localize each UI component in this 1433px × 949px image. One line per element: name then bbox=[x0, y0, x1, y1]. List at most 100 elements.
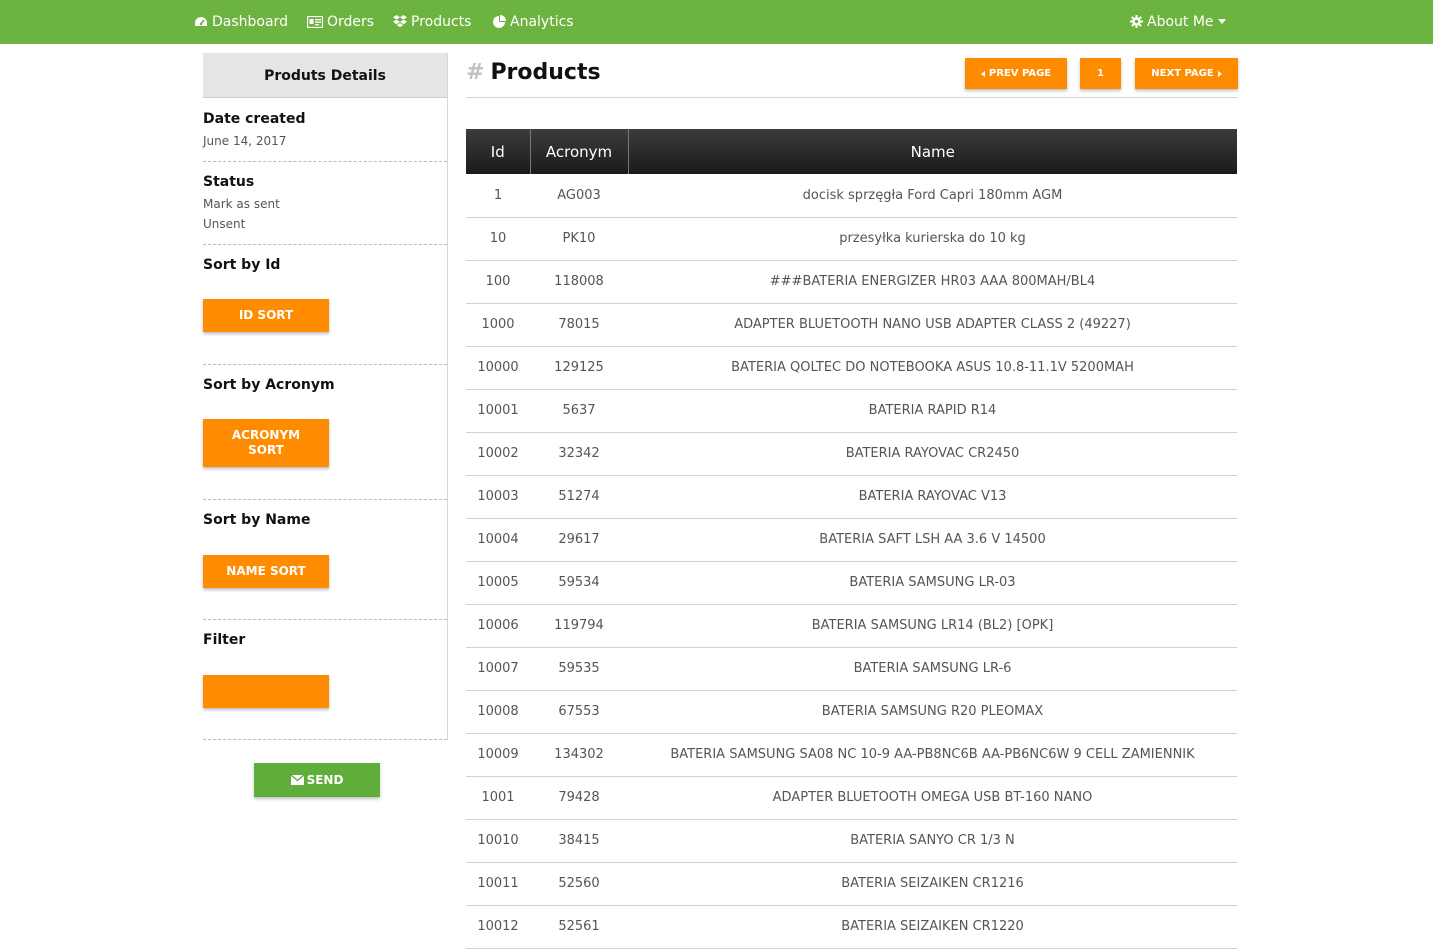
cell-id: 10009 bbox=[466, 733, 530, 777]
section-divider bbox=[203, 161, 447, 162]
cell-name: BATERIA SAMSUNG LR-6 bbox=[628, 647, 1237, 691]
cell-name: docisk sprzęgła Ford Capri 180mm AGM bbox=[628, 174, 1237, 218]
table-row[interactable]: 1000 78015 ADAPTER BLUETOOTH NANO USB ADAP… bbox=[466, 303, 1237, 347]
cell-id: 1001 bbox=[466, 776, 530, 820]
section-divider bbox=[203, 619, 447, 620]
column-header-name[interactable]: Name bbox=[628, 129, 1237, 174]
nav-orders[interactable]: Orders bbox=[306, 0, 375, 44]
date-created-value: June 14, 2017 bbox=[203, 134, 287, 148]
acronym-sort-label-line2: SORT bbox=[248, 443, 284, 457]
filter-input[interactable] bbox=[203, 675, 329, 708]
table-row[interactable]: 10005 59534 BATERIA SAMSUNG LR-03 bbox=[466, 561, 1237, 605]
column-header-acronym[interactable]: Acronym bbox=[530, 129, 629, 174]
table-row[interactable]: 10012 52561 BATERIA SEIZAIKEN CR1220 bbox=[466, 905, 1237, 949]
cell-id: 1 bbox=[466, 174, 530, 218]
nav-analytics-label: Analytics bbox=[510, 14, 574, 30]
cell-acronym: 118008 bbox=[530, 260, 628, 304]
cell-name: BATERIA RAYOVAC V13 bbox=[628, 475, 1237, 519]
cell-name: BATERIA SAMSUNG LR14 (BL2) [OPK] bbox=[628, 604, 1237, 648]
cell-acronym: 78015 bbox=[530, 303, 628, 347]
cell-id: 10008 bbox=[466, 690, 530, 734]
cell-name: BATERIA RAYOVAC CR2450 bbox=[628, 432, 1237, 476]
cell-name: BATERIA SEIZAIKEN CR1220 bbox=[628, 905, 1237, 949]
cell-acronym: 67553 bbox=[530, 690, 628, 734]
send-button[interactable]: SEND bbox=[254, 763, 380, 797]
sort-by-name-title: Sort by Name bbox=[203, 512, 311, 528]
table-row[interactable]: 10007 59535 BATERIA SAMSUNG LR-6 bbox=[466, 647, 1237, 691]
page-title: # Products bbox=[466, 60, 601, 85]
filter-title: Filter bbox=[203, 632, 246, 648]
cell-id: 10004 bbox=[466, 518, 530, 562]
cell-id: 10005 bbox=[466, 561, 530, 605]
table-row[interactable]: 10008 67553 BATERIA SAMSUNG R20 PLEOMAX bbox=[466, 690, 1237, 734]
table-row[interactable]: 10004 29617 BATERIA SAFT LSH AA 3.6 V 1450… bbox=[466, 518, 1237, 562]
sidebar-header: Produts Details bbox=[203, 53, 447, 98]
cell-id: 10012 bbox=[466, 905, 530, 949]
table-row[interactable]: 1001 79428 ADAPTER BLUETOOTH OMEGA USB BT-… bbox=[466, 776, 1237, 820]
section-divider bbox=[203, 499, 447, 500]
table-row[interactable]: 10002 32342 BATERIA RAYOVAC CR2450 bbox=[466, 432, 1237, 476]
nav-dashboard[interactable]: Dashboard bbox=[194, 0, 288, 44]
cell-id: 10001 bbox=[466, 389, 530, 433]
table-row[interactable]: 10011 52560 BATERIA SEIZAIKEN CR1216 bbox=[466, 862, 1237, 906]
hash-icon: # bbox=[466, 60, 485, 85]
cell-name: BATERIA SAMSUNG R20 PLEOMAX bbox=[628, 690, 1237, 734]
nav-about-label: About Me bbox=[1147, 14, 1214, 30]
table-row[interactable]: 1 AG003 docisk sprzęgła Ford Capri 180mm A… bbox=[466, 174, 1237, 218]
cell-name: ADAPTER BLUETOOTH NANO USB ADAPTER CLASS… bbox=[628, 303, 1237, 347]
section-divider bbox=[203, 364, 447, 365]
table-row[interactable]: 10001 5637 BATERIA RAPID R14 bbox=[466, 389, 1237, 433]
page-number-label: 1 bbox=[1097, 68, 1104, 79]
nav-products-label: Products bbox=[411, 14, 472, 30]
prev-page-button[interactable]: PREV PAGE bbox=[965, 58, 1067, 89]
sidebar-divider bbox=[447, 53, 448, 740]
table-row[interactable]: 10010 38415 BATERIA SANYO CR 1/3 N bbox=[466, 819, 1237, 863]
send-label: SEND bbox=[306, 773, 344, 787]
nav-products[interactable]: Products bbox=[393, 0, 471, 44]
table-row[interactable]: 10000 129125 BATERIA QOLTEC DO NOTEBOOKA A… bbox=[466, 346, 1237, 390]
table-row[interactable]: 10009 134302 BATERIA SAMSUNG SA08 NC 10-9 … bbox=[466, 733, 1237, 777]
status-unsent[interactable]: Unsent bbox=[203, 217, 245, 231]
cell-acronym: 38415 bbox=[530, 819, 628, 863]
table-row[interactable]: 100 118008 ###BATERIA ENERGIZER HR03 AAA 8… bbox=[466, 260, 1237, 304]
nav-orders-label: Orders bbox=[327, 14, 375, 30]
nav-about-me-dropdown[interactable]: About Me bbox=[1130, 0, 1226, 44]
acronym-sort-button[interactable]: ACRONYM SORT bbox=[203, 419, 329, 467]
gear-icon bbox=[1130, 15, 1143, 28]
cell-acronym: 52560 bbox=[530, 862, 628, 906]
cell-acronym: AG003 bbox=[530, 174, 628, 218]
id-sort-button[interactable]: ID SORT bbox=[203, 299, 329, 332]
cell-name: BATERIA SANYO CR 1/3 N bbox=[628, 819, 1237, 863]
sort-by-id-title: Sort by Id bbox=[203, 257, 281, 273]
nav-analytics[interactable]: Analytics bbox=[493, 0, 574, 44]
cell-name: BATERIA SAMSUNG SA08 NC 10-9 AA-PB8NC6B … bbox=[628, 733, 1237, 777]
cell-acronym: 5637 bbox=[530, 389, 628, 433]
name-sort-label: NAME SORT bbox=[226, 564, 306, 578]
cell-id: 10011 bbox=[466, 862, 530, 906]
status-mark-as-sent[interactable]: Mark as sent bbox=[203, 197, 280, 211]
table-row[interactable]: 10 PK10 przesyłka kurierska do 10 kg bbox=[466, 217, 1237, 261]
acronym-sort-label-line1: ACRONYM bbox=[231, 428, 301, 442]
products-table: Id Acronym Name 1 AG003 docisk sprzęgła Fo… bbox=[466, 129, 1237, 949]
page-number-button[interactable]: 1 bbox=[1080, 58, 1121, 89]
cell-id: 10006 bbox=[466, 604, 530, 648]
tachometer-icon bbox=[195, 17, 207, 26]
cell-acronym: 51274 bbox=[530, 475, 628, 519]
table-row[interactable]: 10003 51274 BATERIA RAYOVAC V13 bbox=[466, 475, 1237, 519]
column-header-id[interactable]: Id bbox=[466, 129, 531, 174]
chevron-down-icon bbox=[1217, 19, 1226, 24]
envelope-icon bbox=[290, 775, 304, 785]
cell-acronym: 29617 bbox=[530, 518, 628, 562]
cell-id: 10002 bbox=[466, 432, 530, 476]
cell-acronym: 129125 bbox=[530, 346, 628, 390]
name-sort-button[interactable]: NAME SORT bbox=[203, 555, 329, 588]
next-page-label: NEXT PAGE bbox=[1151, 68, 1214, 79]
cell-name: ADAPTER BLUETOOTH OMEGA USB BT-160 NANO bbox=[628, 776, 1237, 820]
table-row[interactable]: 10006 119794 BATERIA SAMSUNG LR14 (BL2) [O… bbox=[466, 604, 1237, 648]
section-divider bbox=[203, 739, 447, 740]
prev-page-label: PREV PAGE bbox=[988, 68, 1052, 79]
next-page-button[interactable]: NEXT PAGE bbox=[1135, 58, 1238, 89]
nav-dashboard-label: Dashboard bbox=[212, 14, 288, 30]
table-header-row: Id Acronym Name bbox=[466, 129, 1237, 174]
cell-name: BATERIA QOLTEC DO NOTEBOOKA ASUS 10.8-11… bbox=[628, 346, 1237, 390]
